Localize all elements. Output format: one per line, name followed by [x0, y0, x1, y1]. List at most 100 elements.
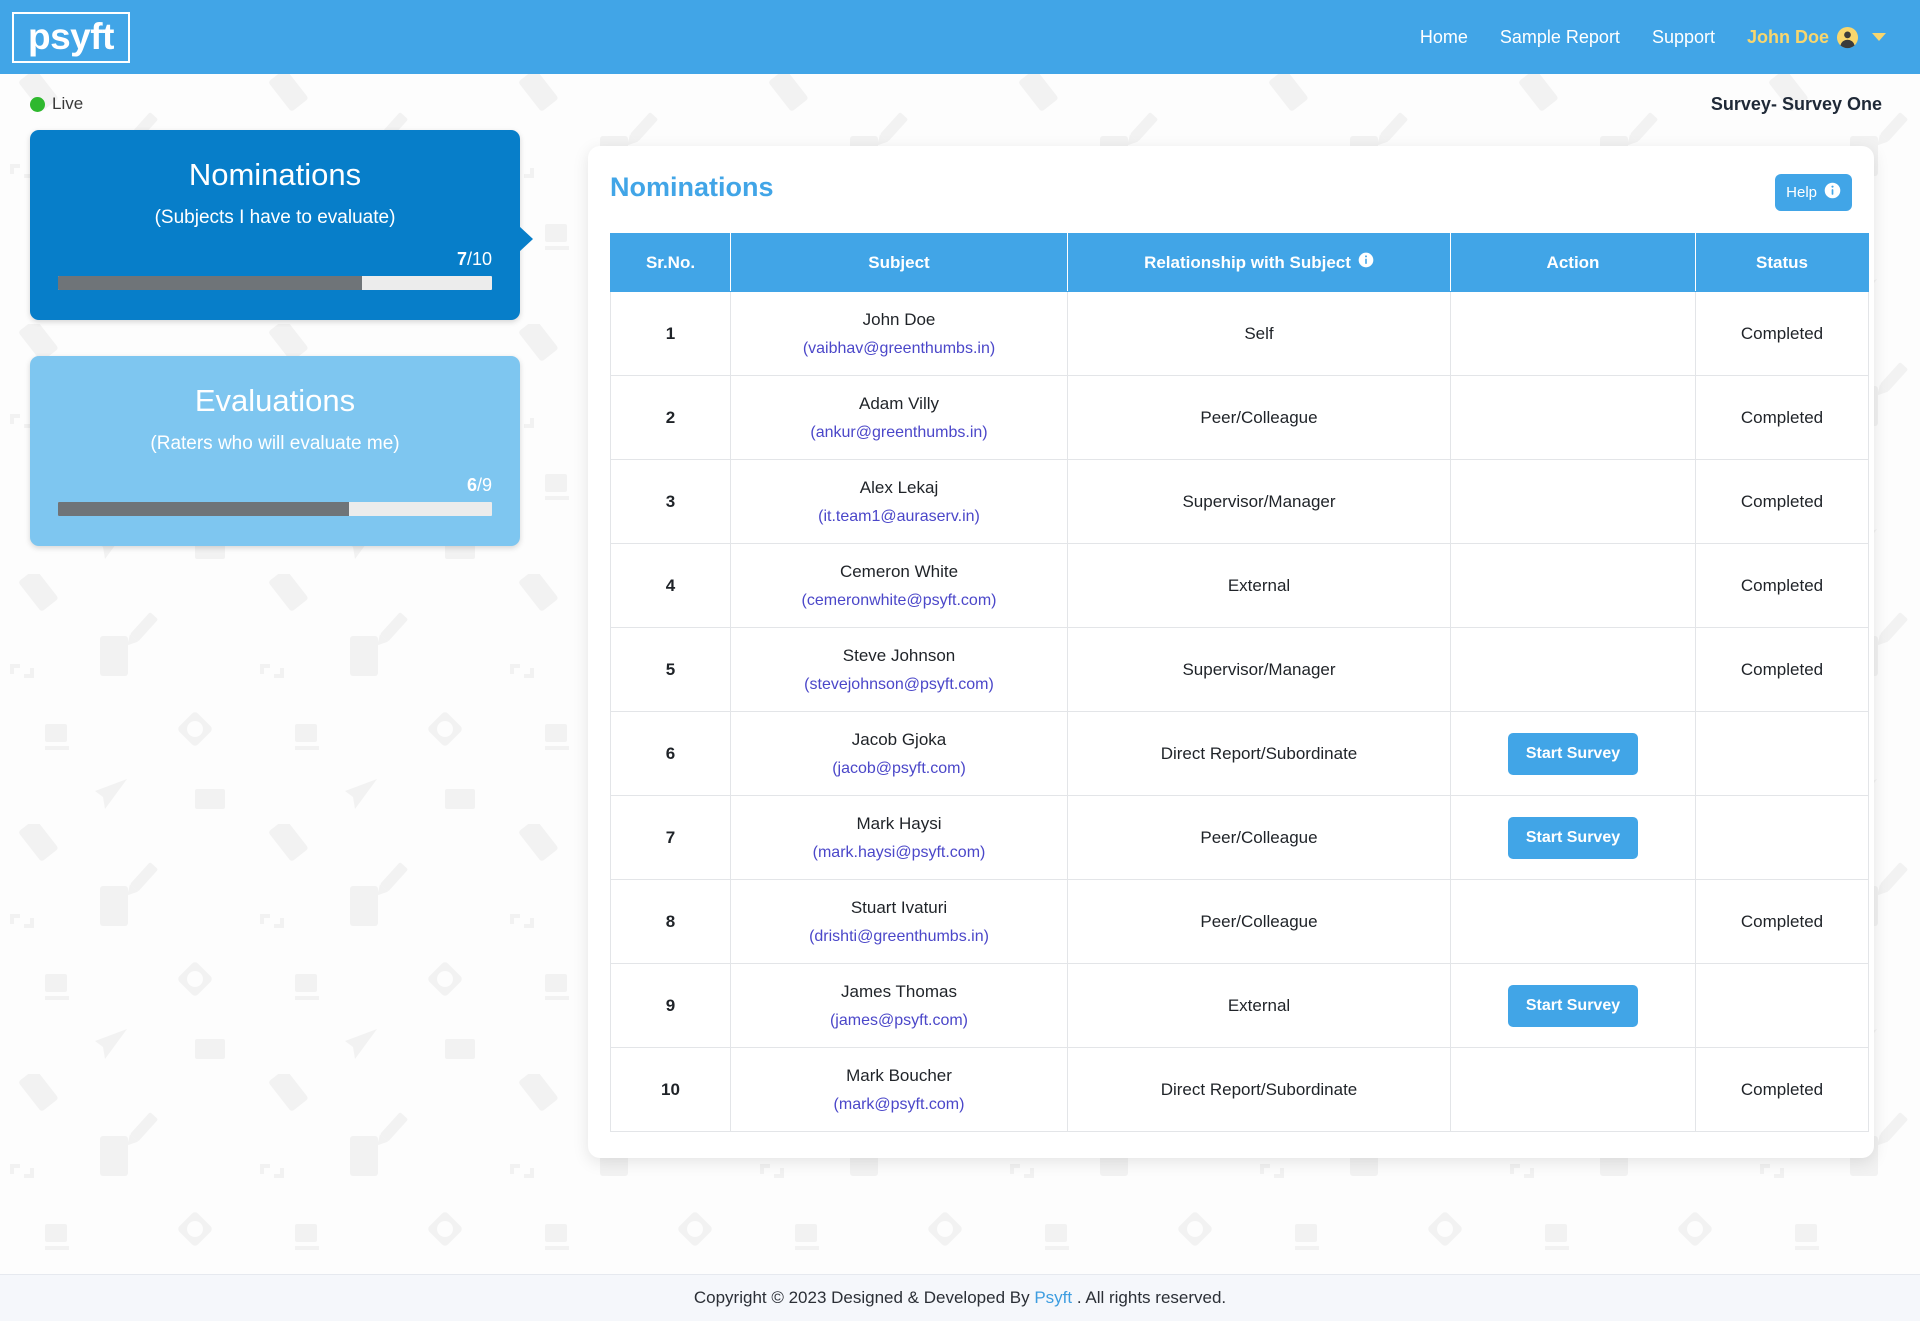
live-status-badge: Live — [30, 94, 83, 114]
cell-relationship: Direct Report/Subordinate — [1067, 711, 1451, 796]
nav-links: Home Sample Report Support John Doe — [1404, 20, 1896, 55]
status-label: Completed — [1740, 1079, 1824, 1099]
table-row: 2 Adam Villy (ankur@greenthumbs.in) Peer/Co… — [610, 375, 1869, 460]
table-header-row: Sr.No. Subject Relationship with Subject — [610, 233, 1869, 292]
brand-name: psyft — [28, 15, 114, 57]
cell-sr-no: 3 — [610, 459, 731, 544]
cell-action — [1450, 543, 1696, 628]
status-label: Completed — [1740, 323, 1824, 343]
cell-status: Completed — [1695, 879, 1869, 964]
col-header-subject: Subject — [730, 233, 1068, 292]
subject-email-link[interactable]: (mark.haysi@psyft.com) — [739, 844, 1059, 862]
content-area: Live Survey- Survey One Nominations (Sub… — [0, 74, 1920, 1287]
cell-relationship: Peer/Colleague — [1067, 795, 1451, 880]
page-footer: Copyright © 2023 Designed & Developed By… — [0, 1274, 1920, 1321]
subject-email-link[interactable]: (stevejohnson@psyft.com) — [739, 676, 1059, 694]
subject-email-link[interactable]: (cemeronwhite@psyft.com) — [739, 592, 1059, 610]
status-label: Completed — [1740, 491, 1824, 511]
col-header-action: Action — [1450, 233, 1696, 292]
table-row: 8 Stuart Ivaturi (drishti@greenthumbs.in) P… — [610, 879, 1869, 964]
active-card-arrow-icon — [519, 226, 533, 252]
subject-email-link[interactable]: (mark@psyft.com) — [739, 1096, 1059, 1114]
cell-sr-no: 2 — [610, 375, 731, 460]
cell-subject: Cemeron White (cemeronwhite@psyft.com) — [730, 543, 1068, 628]
subject-email-link[interactable]: (it.team1@auraserv.in) — [739, 508, 1059, 526]
info-circle-icon[interactable] — [1358, 252, 1374, 273]
col-header-relationship: Relationship with Subject — [1067, 233, 1451, 292]
cell-relationship: Self — [1067, 291, 1451, 376]
subject-name: Cemeron White — [839, 561, 959, 581]
subject-email-link[interactable]: (jacob@psyft.com) — [739, 760, 1059, 778]
subject-email-link[interactable]: (drishti@greenthumbs.in) — [739, 928, 1059, 946]
start-survey-button[interactable]: Start Survey — [1507, 984, 1639, 1027]
cell-subject: John Doe (vaibhav@greenthumbs.in) — [730, 291, 1068, 376]
nav-link-home[interactable]: Home — [1404, 21, 1484, 54]
subject-name: Alex Lekaj — [859, 477, 939, 497]
footer-psyft-link[interactable]: Psyft — [1034, 1288, 1072, 1308]
cell-subject: Stuart Ivaturi (drishti@greenthumbs.in) — [730, 879, 1068, 964]
cell-status: Completed — [1695, 459, 1869, 544]
col-header-status: Status — [1695, 233, 1869, 292]
cell-sr-no: 9 — [610, 963, 731, 1048]
nav-link-sample-report[interactable]: Sample Report — [1484, 21, 1636, 54]
nav-link-support[interactable]: Support — [1636, 21, 1731, 54]
cell-action — [1450, 627, 1696, 712]
nominations-card[interactable]: Nominations (Subjects I have to evaluate… — [30, 130, 533, 320]
nominations-card-count: 7/10 — [58, 249, 492, 270]
cell-status — [1695, 795, 1869, 880]
live-dot-icon — [30, 96, 45, 112]
subject-name: Jacob Gjoka — [851, 729, 947, 749]
user-menu[interactable]: John Doe — [1731, 20, 1896, 55]
cell-status: Completed — [1695, 375, 1869, 460]
table-row: 3 Alex Lekaj (it.team1@auraserv.in) Supervi… — [610, 459, 1869, 544]
status-label: Completed — [1740, 659, 1824, 679]
cell-status: Completed — [1695, 291, 1869, 376]
cell-relationship: Peer/Colleague — [1067, 375, 1451, 460]
table-row: 6 Jacob Gjoka (jacob@psyft.com) Direct Repo… — [610, 711, 1869, 796]
cell-relationship: External — [1067, 963, 1451, 1048]
subject-email-link[interactable]: (vaibhav@greenthumbs.in) — [739, 340, 1059, 358]
subject-email-link[interactable]: (james@psyft.com) — [739, 1012, 1059, 1030]
cell-relationship: Peer/Colleague — [1067, 879, 1451, 964]
start-survey-button[interactable]: Start Survey — [1507, 732, 1639, 775]
subject-name: Mark Haysi — [856, 813, 942, 833]
subject-email-link[interactable]: (ankur@greenthumbs.in) — [739, 424, 1059, 442]
nominations-done: 7 — [456, 248, 467, 269]
status-label: Completed — [1740, 575, 1824, 595]
nominations-progress-fill — [58, 275, 362, 290]
evaluations-card-count: 6/9 — [58, 475, 492, 496]
start-survey-button[interactable]: Start Survey — [1507, 816, 1639, 859]
table-row: 1 John Doe (vaibhav@greenthumbs.in) Self Com… — [610, 291, 1869, 376]
help-button-label: Help — [1786, 184, 1817, 201]
table-row: 4 Cemeron White (cemeronwhite@psyft.com) Ex… — [610, 543, 1869, 628]
cell-sr-no: 4 — [610, 543, 731, 628]
cell-relationship: Supervisor/Manager — [1067, 459, 1451, 544]
cell-status: Completed — [1695, 543, 1869, 628]
subject-name: James Thomas — [841, 981, 957, 1001]
evaluations-card[interactable]: Evaluations (Raters who will evaluate me… — [30, 355, 520, 546]
cell-action: Start Survey — [1450, 711, 1696, 796]
nominations-table: Sr.No. Subject Relationship with Subject — [610, 233, 1869, 1132]
nominations-total: /10 — [466, 248, 492, 269]
nominations-card-subtitle: (Subjects I have to evaluate) — [154, 206, 396, 228]
cell-action: Start Survey — [1450, 963, 1696, 1048]
table-row: 9 James Thomas (james@psyft.com) External St… — [610, 963, 1869, 1048]
cell-sr-no: 7 — [610, 795, 731, 880]
brand-logo[interactable]: psyft — [12, 11, 130, 63]
help-button[interactable]: Help — [1775, 174, 1852, 211]
cell-relationship: Supervisor/Manager — [1067, 627, 1451, 712]
cell-action — [1450, 1047, 1696, 1132]
cell-status — [1695, 963, 1869, 1048]
table-row: 10 Mark Boucher (mark@psyft.com) Direct Rep… — [610, 1047, 1869, 1132]
cell-sr-no: 10 — [610, 1047, 731, 1132]
relationship-header-inline: Relationship with Subject — [1144, 252, 1374, 273]
user-circle-icon — [1836, 26, 1859, 49]
evaluations-progress-track — [58, 501, 492, 516]
subject-name: Adam Villy — [859, 393, 939, 413]
evaluations-card-title: Evaluations — [194, 382, 356, 418]
nominations-card-title: Nominations — [188, 157, 362, 192]
stat-cards-column: Nominations (Subjects I have to evaluate… — [30, 130, 533, 582]
live-label: Live — [52, 94, 84, 113]
chevron-down-icon — [1872, 33, 1886, 41]
cell-subject: Mark Haysi (mark.haysi@psyft.com) — [730, 795, 1068, 880]
